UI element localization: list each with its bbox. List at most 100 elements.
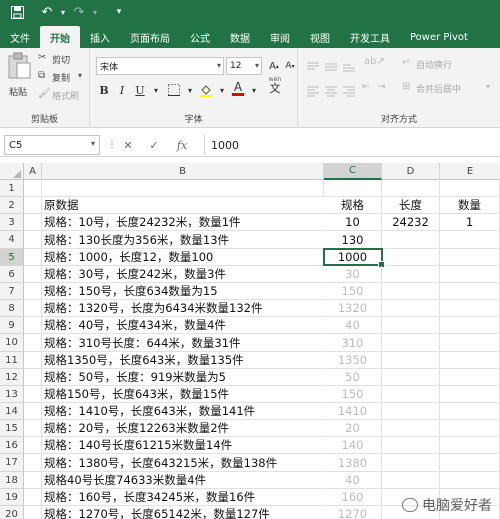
cell-B9[interactable]: 规格：40号，长度434米，数量4件 bbox=[42, 317, 324, 334]
fill-color-icon[interactable] bbox=[198, 82, 214, 98]
underline-button[interactable]: U bbox=[132, 82, 148, 98]
cell-A1[interactable] bbox=[24, 180, 42, 197]
cell-B20[interactable]: 规格：1270号，长度65142米，数量127件 bbox=[42, 506, 324, 519]
cell-D15[interactable] bbox=[382, 420, 440, 437]
cell-A17[interactable] bbox=[24, 454, 42, 472]
cell-B16[interactable]: 规格：140号长度61215米数量14件 bbox=[42, 437, 324, 454]
cell-E2[interactable]: 数量 bbox=[440, 197, 500, 214]
cell-E16[interactable] bbox=[440, 437, 500, 454]
cell-C16[interactable]: 140 bbox=[324, 437, 382, 454]
italic-button[interactable]: I bbox=[114, 82, 130, 98]
cell-B8[interactable]: 规格：1320号，长度为6434米数量132件 bbox=[42, 300, 324, 317]
cell-E15[interactable] bbox=[440, 420, 500, 437]
decrease-font-icon[interactable]: A ▾ bbox=[282, 58, 298, 74]
cell-E6[interactable] bbox=[440, 266, 500, 283]
undo-icon[interactable]: ↶ bbox=[36, 1, 58, 23]
cell-D8[interactable] bbox=[382, 300, 440, 317]
phonetic-button[interactable]: wén 文 bbox=[264, 77, 286, 95]
cancel-entry-icon[interactable]: ✕ bbox=[120, 136, 136, 154]
cell-A16[interactable] bbox=[24, 437, 42, 454]
align-right-icon[interactable] bbox=[342, 82, 356, 97]
cell-B13[interactable]: 规格150号，长度643米，数量15件 bbox=[42, 386, 324, 403]
row-header[interactable]: 5 bbox=[0, 249, 24, 266]
tab-view[interactable]: 视图 bbox=[300, 26, 340, 48]
row-header[interactable]: 13 bbox=[0, 386, 24, 403]
cell-C18[interactable]: 40 bbox=[324, 472, 382, 489]
cell-B7[interactable]: 规格：150号，长度634数量为15 bbox=[42, 283, 324, 300]
cell-A19[interactable] bbox=[24, 489, 42, 506]
cell-C12[interactable]: 50 bbox=[324, 369, 382, 386]
cell-C20[interactable]: 1270 bbox=[324, 506, 382, 519]
cell-A10[interactable] bbox=[24, 334, 42, 352]
row-header[interactable]: 6 bbox=[0, 266, 24, 283]
cell-B14[interactable]: 规格：1410号，长度643米，数量141件 bbox=[42, 403, 324, 420]
cell-D6[interactable] bbox=[382, 266, 440, 283]
cell-E8[interactable] bbox=[440, 300, 500, 317]
redo-dropdown-icon[interactable]: ▾ bbox=[90, 1, 100, 23]
cut-button[interactable]: ✂ 剪切 bbox=[38, 52, 88, 68]
name-box[interactable]: C5 ▾ bbox=[4, 135, 100, 155]
row-header[interactable]: 14 bbox=[0, 403, 24, 420]
cell-D10[interactable] bbox=[382, 334, 440, 352]
cell-D9[interactable] bbox=[382, 317, 440, 334]
row-header[interactable]: 12 bbox=[0, 369, 24, 386]
cell-C1[interactable] bbox=[324, 180, 382, 197]
row-header[interactable]: 8 bbox=[0, 300, 24, 317]
cell-E3[interactable]: 1 bbox=[440, 214, 500, 231]
cell-B10[interactable]: 规格：310号长度：644米，数量31件 bbox=[42, 334, 324, 352]
cell-E18[interactable] bbox=[440, 472, 500, 489]
cell-E13[interactable] bbox=[440, 386, 500, 403]
font-color-button[interactable]: A bbox=[230, 80, 246, 96]
cell-D16[interactable] bbox=[382, 437, 440, 454]
tab-formulas[interactable]: 公式 bbox=[180, 26, 220, 48]
row-header[interactable]: 16 bbox=[0, 437, 24, 454]
format-painter-button[interactable]: 🖌 格式刷 bbox=[38, 88, 90, 104]
tab-developer[interactable]: 开发工具 bbox=[340, 26, 400, 48]
underline-dropdown-icon[interactable]: ▾ bbox=[148, 82, 164, 98]
cell-A3[interactable] bbox=[24, 214, 42, 231]
cell-B1[interactable] bbox=[42, 180, 324, 197]
formula-input[interactable]: 1000 bbox=[204, 135, 500, 155]
cell-B4[interactable]: 规格：130长度为356米，数量13件 bbox=[42, 231, 324, 249]
insert-function-icon[interactable]: fx bbox=[174, 136, 190, 154]
row-header[interactable]: 1 bbox=[0, 180, 24, 197]
cell-A12[interactable] bbox=[24, 369, 42, 386]
cell-A15[interactable] bbox=[24, 420, 42, 437]
row-header[interactable]: 10 bbox=[0, 334, 24, 352]
cell-B19[interactable]: 规格：160号，长度34245米，数量16件 bbox=[42, 489, 324, 506]
cell-D11[interactable] bbox=[382, 352, 440, 369]
align-bottom-icon[interactable] bbox=[342, 58, 356, 72]
cell-D12[interactable] bbox=[382, 369, 440, 386]
cell-C13[interactable]: 150 bbox=[324, 386, 382, 403]
cell-C7[interactable]: 150 bbox=[324, 283, 382, 300]
copy-button[interactable]: ⧉ 复制 ▾ bbox=[38, 70, 88, 86]
font-size-combo[interactable]: 12 ▾ bbox=[226, 57, 262, 75]
wrap-text-button[interactable]: ↵ 自动换行 bbox=[402, 57, 494, 73]
align-left-icon[interactable] bbox=[306, 82, 320, 97]
save-icon[interactable] bbox=[6, 1, 28, 23]
cell-E10[interactable] bbox=[440, 334, 500, 352]
merge-center-button[interactable]: ⊞ 合并后居中 ▾ bbox=[402, 81, 498, 97]
row-header[interactable]: 7 bbox=[0, 283, 24, 300]
font-name-combo[interactable]: 宋体 ▾ bbox=[96, 57, 224, 75]
increase-font-icon[interactable]: A ▴ bbox=[266, 58, 282, 74]
row-header[interactable]: 17 bbox=[0, 454, 24, 472]
cell-B17[interactable]: 规格：1380号，长度643215米，数量138件 bbox=[42, 454, 324, 472]
increase-indent-icon[interactable]: ⇥ bbox=[378, 82, 392, 94]
cell-A9[interactable] bbox=[24, 317, 42, 334]
cell-A4[interactable] bbox=[24, 231, 42, 249]
cell-D5[interactable] bbox=[382, 249, 440, 266]
cell-A7[interactable] bbox=[24, 283, 42, 300]
cell-D13[interactable] bbox=[382, 386, 440, 403]
cell-E9[interactable] bbox=[440, 317, 500, 334]
cell-A6[interactable] bbox=[24, 266, 42, 283]
cell-E11[interactable] bbox=[440, 352, 500, 369]
cell-C2[interactable]: 规格 bbox=[324, 197, 382, 214]
cell-A20[interactable] bbox=[24, 506, 42, 519]
cell-D18[interactable] bbox=[382, 472, 440, 489]
undo-dropdown-icon[interactable]: ▾ bbox=[58, 1, 68, 23]
fill-color-dropdown-icon[interactable]: ▾ bbox=[214, 82, 230, 98]
cell-E1[interactable] bbox=[440, 180, 500, 197]
confirm-entry-icon[interactable]: ✓ bbox=[146, 136, 162, 154]
cell-C4[interactable]: 130 bbox=[324, 231, 382, 249]
